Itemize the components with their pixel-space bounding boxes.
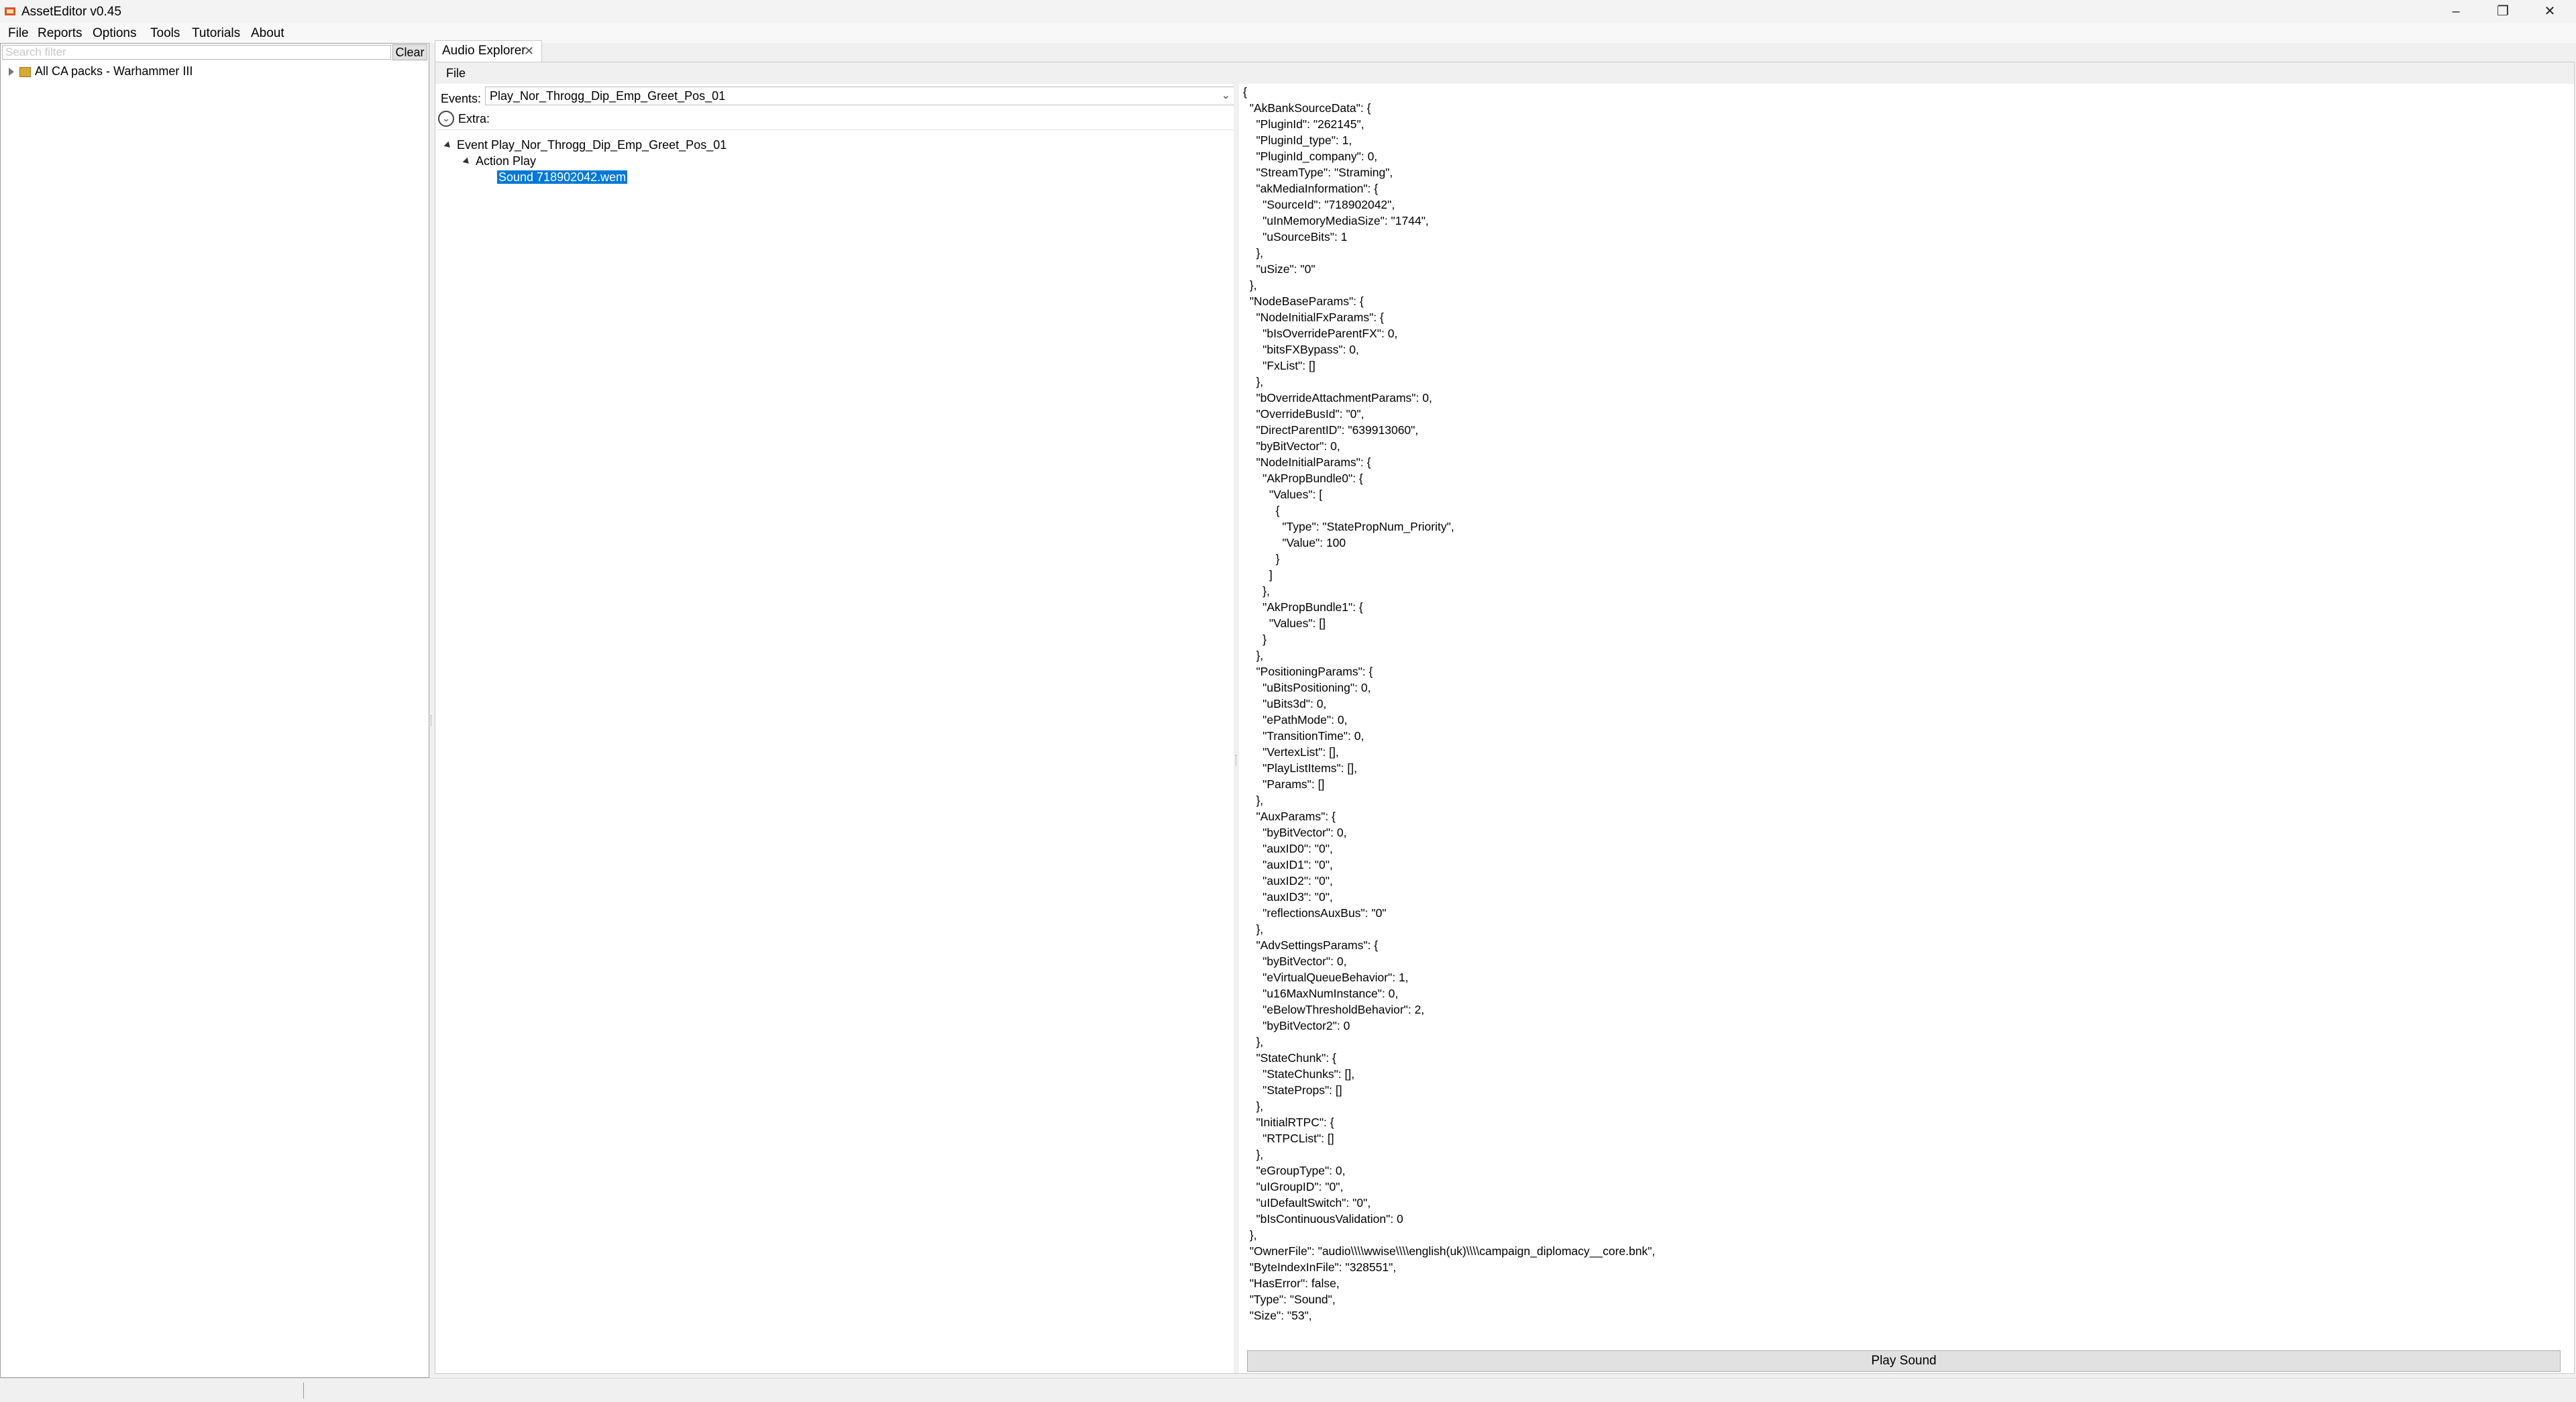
tree-item-action[interactable]: Action Play [462,153,537,169]
title-bar: AssetEditor v0.45 – ❐ ✕ [0,0,2576,23]
menu-reports[interactable]: Reports [38,26,83,41]
tree-item-sound[interactable]: Sound 718902042.wem [497,169,628,185]
menu-tutorials[interactable]: Tutorials [192,26,240,41]
json-details-view[interactable]: { "AkBankSourceData": { "PluginId": "262… [1239,84,2574,1325]
panel-splitter[interactable] [1234,84,1239,1373]
audio-explorer-content: File Events: Play_Nor_Throgg_Dip_Emp_Gre… [435,62,2575,1374]
pack-folder-icon [19,66,31,77]
search-filter-input[interactable]: Search filter [2,45,391,60]
tab-audio-explorer[interactable]: Audio Explorer ✕ [435,40,542,62]
audio-explorer-menubar: File [435,62,2574,84]
app-icon [5,7,15,15]
tab-label: Audio Explorer [442,44,526,58]
json-text: { "AkBankSourceData": { "PluginId": "262… [1243,85,1656,1322]
restore-icon[interactable]: ❐ [2479,0,2526,23]
tree-item-label: Event Play_Nor_Throgg_Dip_Emp_Greet_Pos_… [457,138,727,152]
status-separator [303,1383,304,1399]
tab-strip: Audio Explorer ✕ [433,39,2576,62]
expand-arrow-icon[interactable] [9,68,14,76]
tree-item-label: Sound 718902042.wem [497,170,628,184]
tree-item-label: Action Play [476,154,537,168]
status-bar [0,1378,2576,1402]
pack-explorer-panel: Search filter Clear All CA packs - Warha… [0,43,429,1378]
play-sound-button[interactable]: Play Sound [1247,1350,2561,1372]
window-title: AssetEditor v0.45 [21,5,121,19]
menu-options[interactable]: Options [93,26,136,41]
menu-file[interactable]: File [8,26,29,41]
extra-label: Extra: [458,112,490,125]
minimize-icon[interactable]: – [2432,0,2479,23]
divider [437,129,1234,130]
audio-menu-file[interactable]: File [446,66,466,80]
events-dropdown[interactable]: Play_Nor_Throgg_Dip_Emp_Greet_Pos_01 ⌄ [485,87,1235,105]
chevron-down-icon[interactable]: ⌄ [1222,87,1230,105]
close-tab-icon[interactable]: ✕ [524,41,534,61]
splitter-grip [431,715,433,726]
menu-about[interactable]: About [251,26,284,41]
panel-splitter[interactable] [429,43,433,1378]
tree-item-all-ca-packs[interactable]: All CA packs - Warhammer III [9,62,193,80]
menu-tools[interactable]: Tools [150,26,180,41]
event-tree-panel: Events: Play_Nor_Throgg_Dip_Emp_Greet_Po… [437,84,1235,1373]
splitter-grip [1236,755,1238,765]
events-label: Events: [441,92,482,105]
tree-item-event[interactable]: Event Play_Nor_Throgg_Dip_Emp_Greet_Pos_… [443,137,727,153]
expand-extra-icon[interactable]: ⌄ [438,111,454,127]
clear-button[interactable]: Clear [392,44,427,60]
collapse-arrow-icon[interactable] [462,157,472,166]
close-icon[interactable]: ✕ [2526,0,2573,23]
collapse-arrow-icon[interactable] [443,141,453,150]
events-selected-value: Play_Nor_Throgg_Dip_Emp_Greet_Pos_01 [490,89,726,103]
tree-item-label: All CA packs - Warhammer III [35,64,193,78]
